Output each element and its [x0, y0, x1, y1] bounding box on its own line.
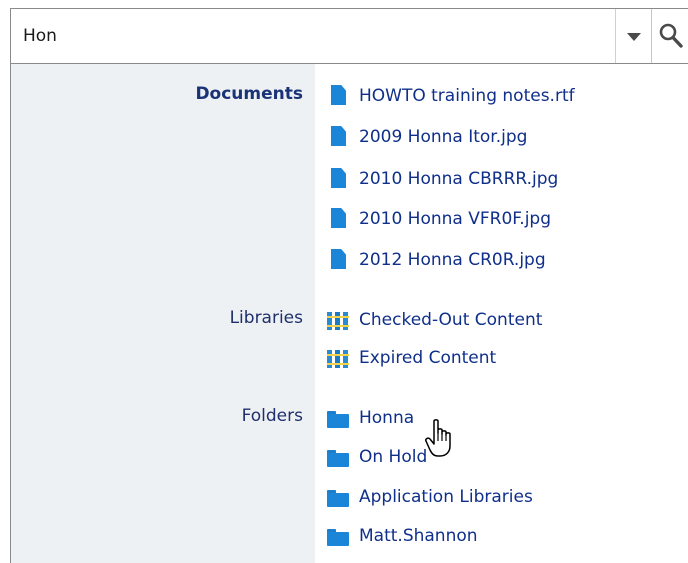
results-list: HOWTO training notes.rtf 2009 Honna Itor…	[315, 64, 688, 563]
document-item[interactable]: 2010 Honna VFR0F.jpg	[327, 204, 551, 234]
folder-label: Honna	[359, 408, 415, 428]
folder-icon	[327, 445, 349, 469]
document-item[interactable]: 2012 Honna CR0R.jpg	[327, 245, 546, 275]
document-icon	[327, 167, 349, 191]
folder-label: On Hold	[359, 447, 428, 467]
library-item[interactable]: Checked-Out Content	[327, 305, 542, 335]
document-label: 2009 Honna Itor.jpg	[359, 127, 528, 147]
chevron-down-icon	[627, 33, 641, 41]
dropdown-button[interactable]	[615, 9, 651, 63]
document-icon	[327, 125, 349, 149]
search-icon	[659, 23, 683, 48]
hand-cursor-icon	[425, 419, 451, 457]
search-results-panel: Documents Libraries Folders HOWTO traini…	[0, 0, 688, 563]
category-column: Documents Libraries Folders	[11, 64, 315, 563]
document-item[interactable]: 2009 Honna Itor.jpg	[327, 122, 527, 152]
folder-label: Matt.Shannon	[359, 526, 478, 546]
search-input[interactable]	[11, 9, 609, 63]
library-item[interactable]: Expired Content	[327, 343, 496, 373]
folder-item[interactable]: On Hold	[327, 442, 427, 472]
document-label: 2010 Honna VFR0F.jpg	[359, 209, 552, 229]
document-label: HOWTO training notes.rtf	[359, 86, 575, 106]
search-button[interactable]	[651, 9, 688, 63]
document-label: 2012 Honna CR0R.jpg	[359, 250, 546, 270]
folder-label: Application Libraries	[359, 487, 533, 507]
folder-item[interactable]: Matt.Shannon	[327, 521, 478, 551]
folder-item[interactable]: Application Libraries	[327, 482, 533, 512]
library-label: Checked-Out Content	[359, 310, 543, 330]
document-item[interactable]: HOWTO training notes.rtf	[327, 81, 575, 111]
document-icon	[327, 84, 349, 108]
library-label: Expired Content	[359, 348, 497, 368]
library-icon	[327, 308, 349, 332]
search-bar	[10, 8, 688, 64]
category-folders: Folders	[241, 406, 303, 426]
category-documents: Documents	[195, 84, 303, 104]
folder-item[interactable]: Honna	[327, 403, 414, 433]
category-libraries: Libraries	[229, 308, 303, 328]
library-icon	[327, 346, 349, 370]
folder-icon	[327, 485, 349, 509]
document-icon	[327, 248, 349, 272]
folder-icon	[327, 524, 349, 548]
folder-icon	[327, 406, 349, 430]
document-label: 2010 Honna CBRRR.jpg	[359, 169, 559, 189]
document-icon	[327, 207, 349, 231]
document-item[interactable]: 2010 Honna CBRRR.jpg	[327, 164, 558, 194]
results-dropdown: Documents Libraries Folders HOWTO traini…	[10, 64, 688, 563]
